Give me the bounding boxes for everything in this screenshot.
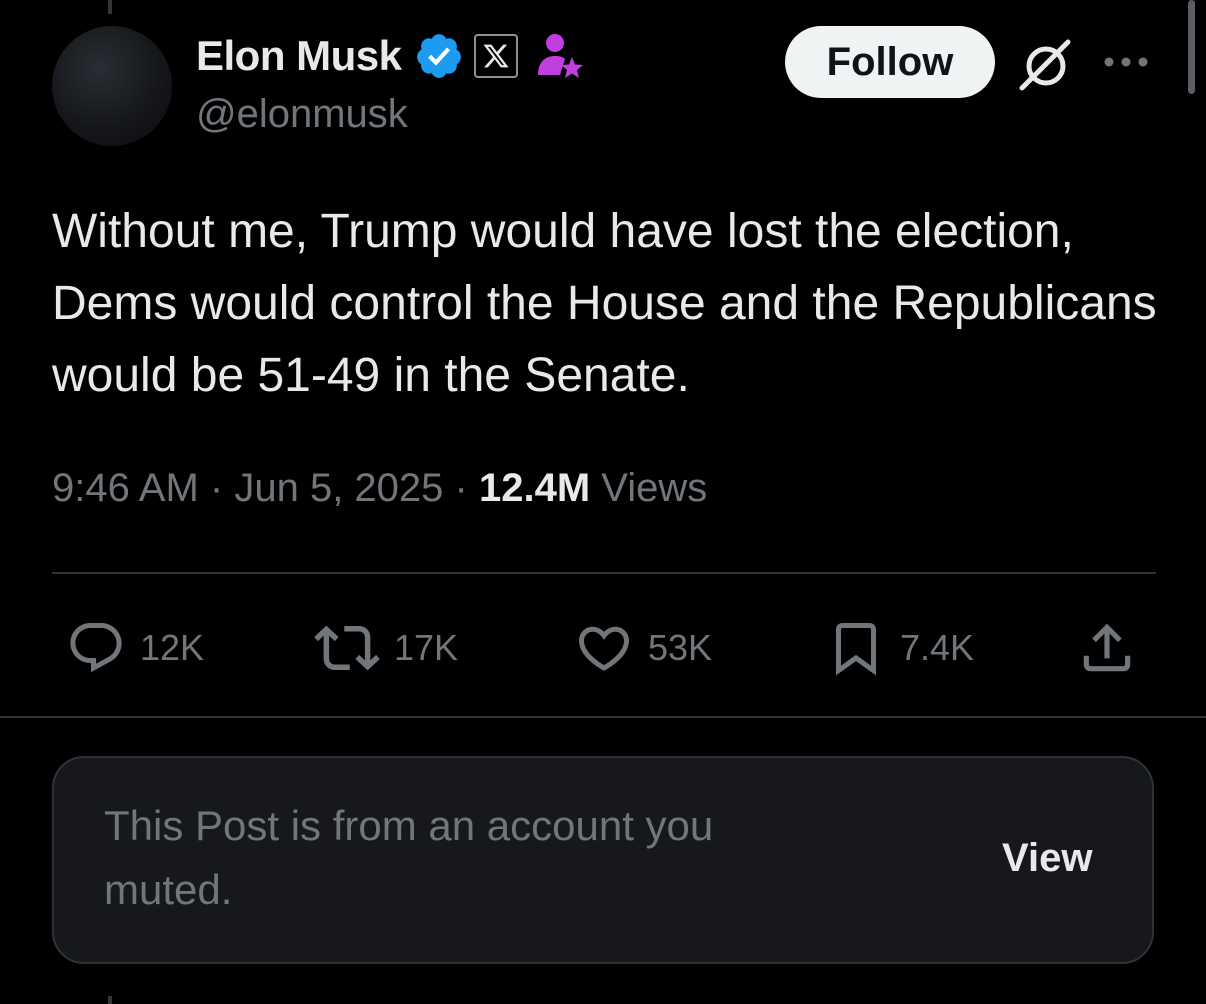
repost-button[interactable]: 17K [314,616,458,680]
x-affiliate-badge-icon[interactable] [473,34,518,78]
divider [52,572,1156,574]
heart-icon [578,626,630,671]
bookmark-button[interactable]: 7.4K [826,616,974,680]
muted-post-notice: This Post is from an account you muted. … [52,756,1154,964]
more-options-icon[interactable] [1100,46,1152,78]
verified-badge-icon[interactable] [414,31,464,81]
views-count[interactable]: 12.4M [479,466,590,510]
bookmark-icon [836,623,876,676]
view-muted-post-button[interactable]: View [1002,836,1092,881]
meta-separator: · [209,466,224,510]
repost-icon [314,625,380,671]
follow-button[interactable]: Follow [785,26,995,98]
share-button[interactable] [1076,616,1138,680]
repost-count: 17K [394,627,459,668]
muted-notice-text: This Post is from an account you muted. [104,802,714,913]
post-time[interactable]: 9:46 AM [52,466,199,510]
grok-icon[interactable] [1018,36,1074,92]
like-button[interactable]: 53K [574,616,712,680]
author-name-row: Elon Musk [196,30,584,82]
meta-separator: · [454,466,468,510]
person-star-icon[interactable] [536,31,584,81]
reply-count: 12K [140,627,205,668]
post-text: Without me, Trump would have lost the el… [52,205,1157,402]
views-label: Views [601,466,708,510]
bookmark-count: 7.4K [900,627,975,668]
scrollbar[interactable] [1188,0,1195,94]
reply-button[interactable]: 12K [66,616,204,680]
thread-line-bottom [108,996,112,1004]
thread-line-top [108,0,112,14]
avatar[interactable] [52,26,172,146]
like-count: 53K [648,627,713,668]
author-handle[interactable]: @elonmusk [196,92,408,137]
post-date[interactable]: Jun 5, 2025 [234,466,443,510]
author-display-name[interactable]: Elon Musk [196,32,402,80]
post-meta: 9:46 AM · Jun 5, 2025 · 12.4M Views [52,466,707,511]
share-icon [1083,623,1131,672]
divider [0,716,1206,718]
reply-icon [70,623,122,673]
